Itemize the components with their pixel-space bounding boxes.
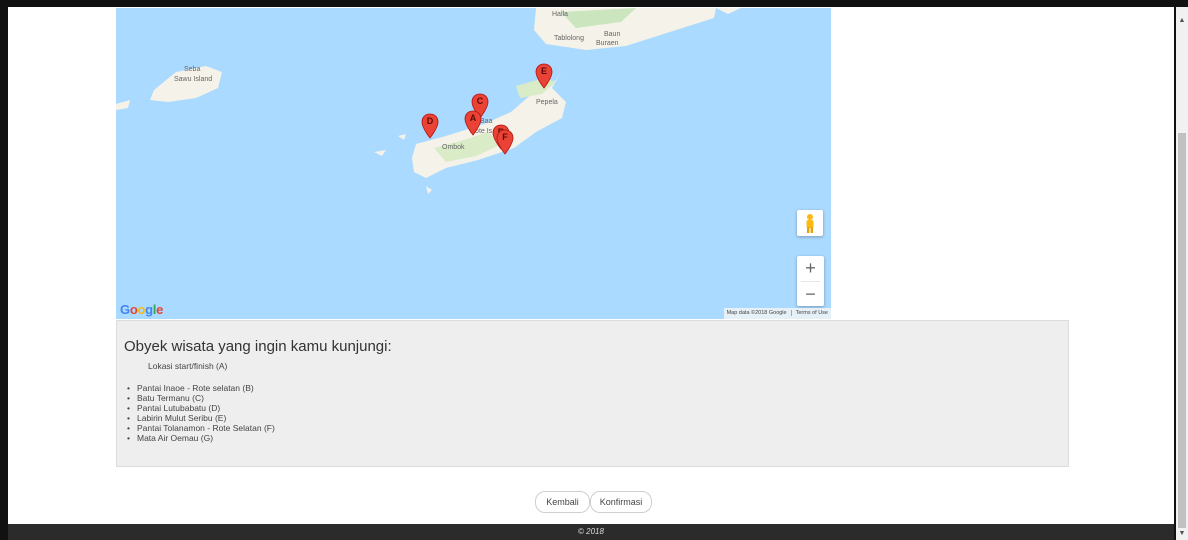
- marker-d-letter: D: [426, 116, 434, 126]
- scroll-up-arrow-icon[interactable]: ▲: [1176, 15, 1188, 27]
- map-marker-d[interactable]: D: [421, 113, 439, 139]
- marker-e-letter: E: [540, 66, 547, 76]
- scroll-down-arrow-icon[interactable]: ▼: [1176, 528, 1188, 540]
- map-marker-e[interactable]: E: [535, 63, 553, 89]
- back-button[interactable]: Kembali: [535, 491, 590, 513]
- map-label-seba: Seba: [184, 66, 201, 73]
- page-footer: © 2018: [8, 524, 1174, 540]
- list-item: Pantai Tolanamon - Rote Selatan (F): [127, 423, 275, 433]
- vertical-scrollbar[interactable]: ▲ ▼: [1176, 7, 1188, 540]
- list-item: Batu Termanu (C): [127, 393, 275, 403]
- panel-title: Obyek wisata yang ingin kamu kunjungi:: [124, 338, 392, 355]
- scrollbar-thumb[interactable]: [1178, 133, 1186, 528]
- list-item: Labirin Mulut Seribu (E): [127, 413, 275, 423]
- map-marker-f[interactable]: F: [496, 129, 514, 155]
- map-marker-a[interactable]: A: [464, 110, 482, 136]
- map-label-halla: Halla: [552, 11, 568, 18]
- list-item: Mata Air Oemau (G): [127, 433, 275, 443]
- destination-list: Pantai Inaoe - Rote selatan (B) Batu Ter…: [127, 383, 275, 443]
- google-logo[interactable]: Google: [120, 302, 163, 317]
- map-label-sawu-island: Sawu Island: [174, 76, 213, 83]
- map-label-baun: Baun: [604, 31, 621, 38]
- map-land-shapes: [116, 8, 741, 194]
- marker-a-letter: A: [469, 113, 477, 123]
- copyright-text: © 2018: [578, 527, 604, 536]
- list-item: Pantai Lutubabatu (D): [127, 403, 275, 413]
- destinations-panel: Obyek wisata yang ingin kamu kunjungi: L…: [116, 320, 1069, 467]
- map-label-buraen: Buraen: [596, 40, 619, 47]
- map-label-tablolong: Tablolong: [554, 35, 584, 42]
- confirm-button[interactable]: Konfirmasi: [590, 491, 652, 513]
- map-label-pepela: Pepela: [536, 99, 558, 106]
- window-top-border: [0, 0, 1188, 7]
- marker-f-letter: F: [502, 132, 508, 142]
- google-map[interactable]: Halla Tablolong Baun Buraen Seba Sawu Is…: [116, 8, 831, 319]
- zoom-control[interactable]: + −: [797, 256, 824, 306]
- zoom-out-button[interactable]: −: [797, 282, 824, 307]
- start-location: Lokasi start/finish (A): [148, 361, 228, 371]
- marker-c-letter: C: [476, 96, 484, 106]
- terms-of-use-link[interactable]: Terms of Use: [790, 310, 828, 316]
- list-item: Pantai Inaoe - Rote selatan (B): [127, 383, 275, 393]
- map-attribution: Map data ©2018 Google: [726, 310, 787, 316]
- window-left-border: [0, 0, 8, 540]
- zoom-in-button[interactable]: +: [797, 256, 824, 281]
- street-view-pegman-icon[interactable]: [797, 210, 823, 236]
- map-label-ombok: Ombok: [442, 144, 465, 151]
- map-attribution-bar: Map data ©2018 Google Terms of Use: [723, 308, 831, 319]
